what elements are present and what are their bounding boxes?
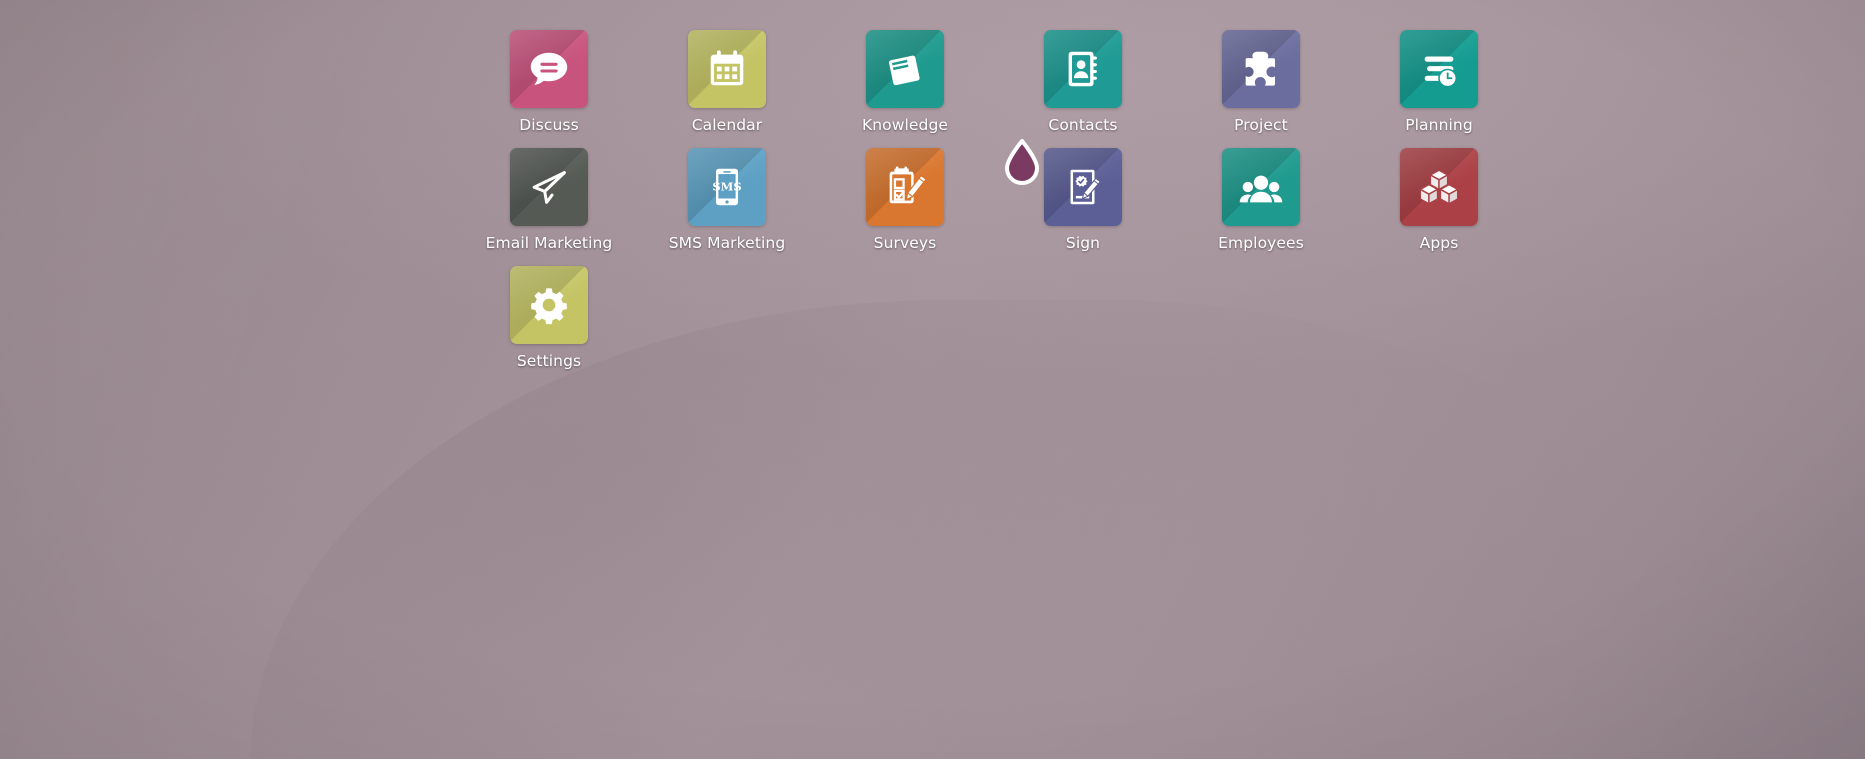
app-label: Planning (1405, 116, 1473, 134)
app-item-calendar[interactable]: Calendar (638, 16, 816, 134)
app-item-sms-marketing[interactable]: SMS SMS Marketing (638, 134, 816, 252)
discuss-icon[interactable] (510, 30, 588, 108)
app-item-knowledge[interactable]: Knowledge (816, 16, 994, 134)
settings-gear-icon[interactable] (510, 266, 588, 345)
app-item-employees[interactable]: Employees (1172, 134, 1350, 252)
app-row-2: Email Marketing SMS SMS Marketing Survey… (0, 134, 1865, 252)
app-label: Contacts (1048, 116, 1118, 134)
svg-text:SMS: SMS (712, 179, 741, 193)
app-label: Knowledge (861, 116, 949, 134)
contacts-book-icon[interactable] (1044, 30, 1122, 108)
app-label: Sign (1065, 234, 1101, 253)
calendar-icon[interactable] (688, 30, 766, 108)
app-item-project[interactable]: Project (1172, 16, 1350, 134)
app-item-surveys[interactable]: Surveys (816, 134, 994, 252)
app-label: Apps (1419, 234, 1459, 253)
app-item-sign[interactable]: Sign (994, 134, 1172, 252)
apps-blocks-icon[interactable] (1400, 148, 1478, 227)
employees-group-icon[interactable] (1222, 148, 1300, 227)
app-row-1: Discuss Calendar Knowledge Contacts Proj… (0, 16, 1865, 134)
knowledge-book-icon[interactable] (866, 30, 944, 108)
app-item-discuss[interactable]: Discuss (460, 16, 638, 134)
survey-clipboard-icon[interactable] (866, 148, 944, 227)
app-item-apps[interactable]: Apps (1350, 134, 1528, 252)
app-item-email-marketing[interactable]: Email Marketing (460, 134, 638, 252)
paper-plane-icon[interactable] (510, 148, 588, 227)
app-item-settings[interactable]: Settings (460, 252, 638, 370)
app-launcher-grid: Discuss Calendar Knowledge Contacts Proj… (0, 16, 1865, 370)
app-item-planning[interactable]: Planning (1350, 16, 1528, 134)
app-label: Project (1234, 116, 1288, 134)
sms-phone-icon[interactable]: SMS (688, 148, 766, 227)
app-label: Settings (516, 352, 582, 371)
app-item-contacts[interactable]: Contacts (994, 16, 1172, 134)
planning-clock-icon[interactable] (1400, 30, 1478, 108)
app-label: Email Marketing (485, 234, 613, 253)
app-row-3: Settings (0, 252, 1865, 370)
puzzle-piece-icon[interactable] (1222, 30, 1300, 108)
app-label: SMS Marketing (668, 234, 786, 253)
app-label: Employees (1218, 234, 1304, 253)
app-label: Surveys (873, 234, 937, 253)
sign-document-icon[interactable] (1044, 148, 1122, 227)
app-label: Discuss (519, 116, 579, 134)
app-label: Calendar (691, 116, 763, 134)
